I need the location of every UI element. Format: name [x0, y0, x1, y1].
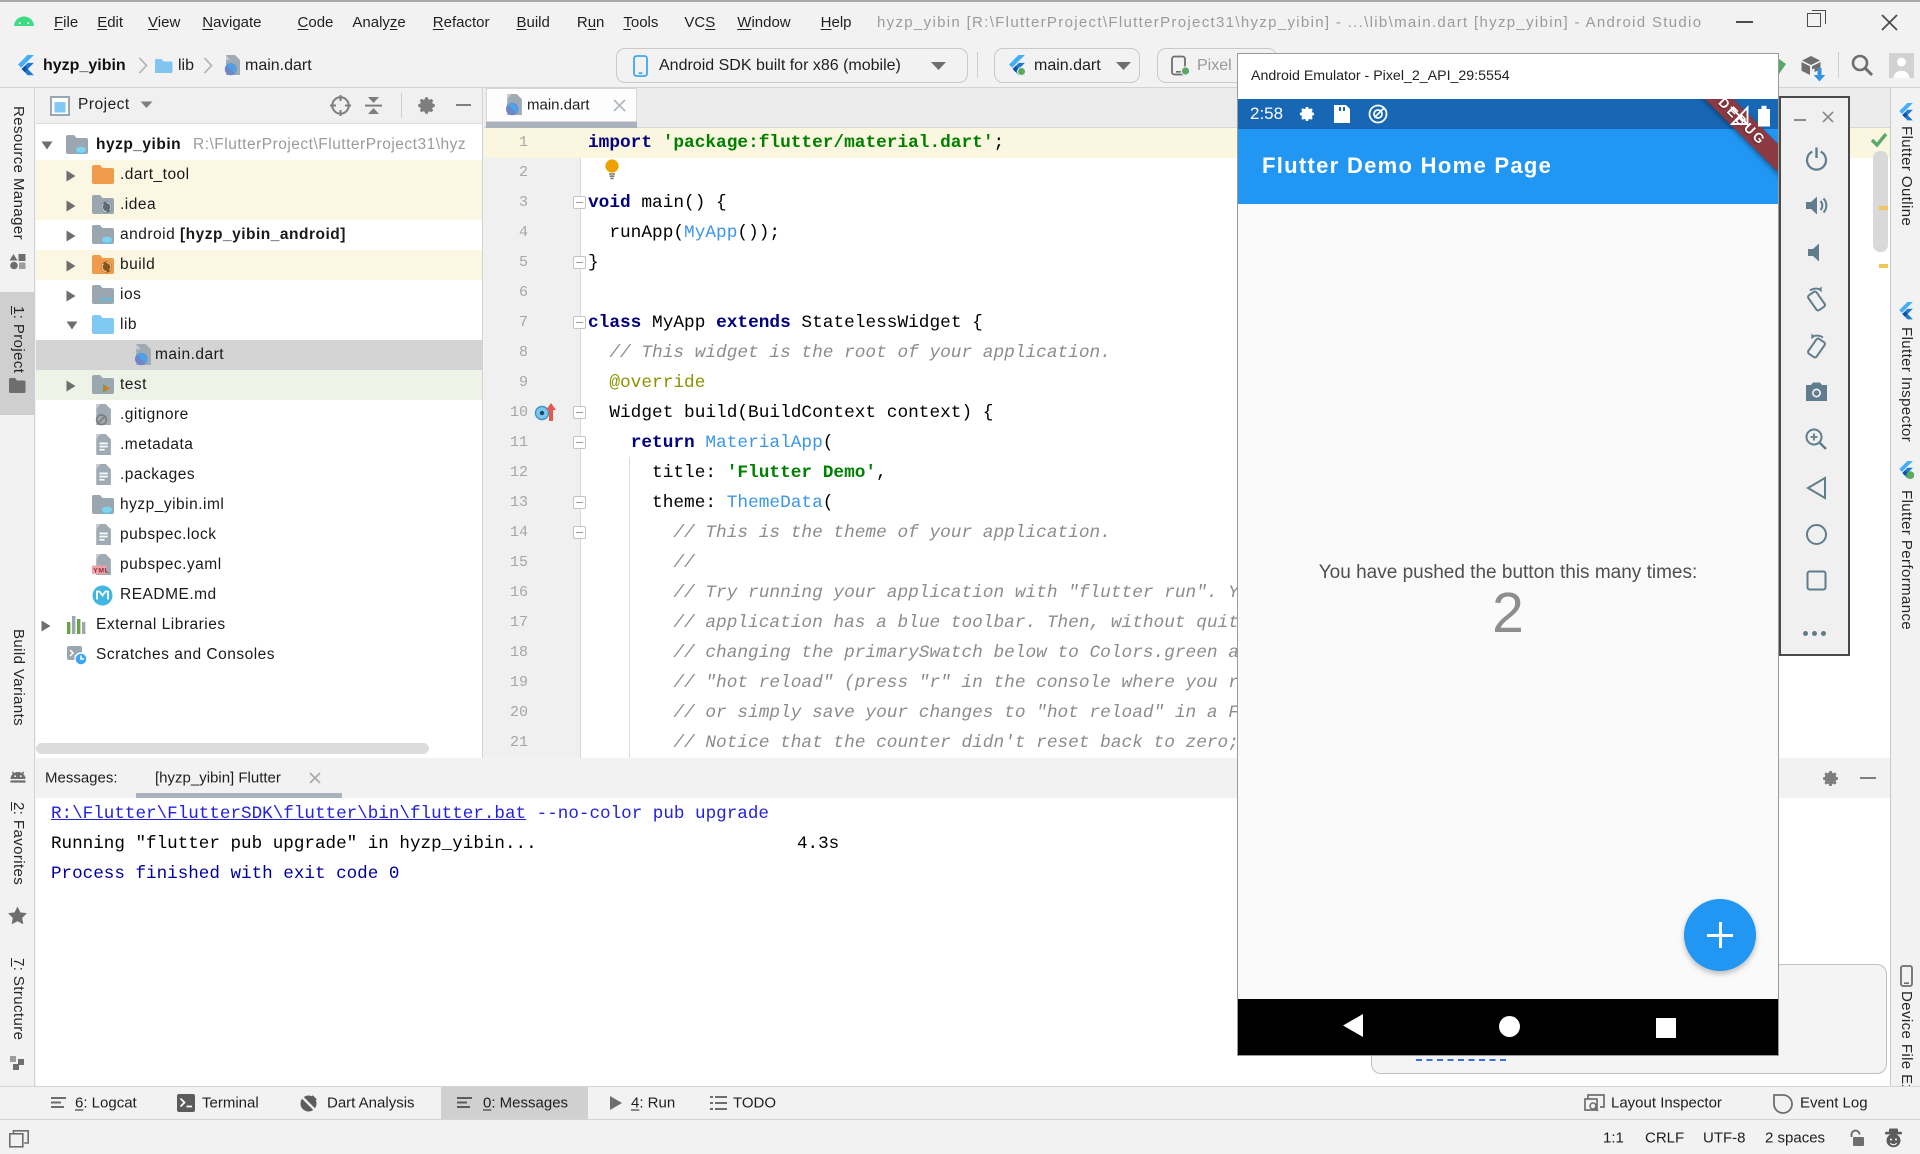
- svg-text:YML: YML: [93, 567, 109, 574]
